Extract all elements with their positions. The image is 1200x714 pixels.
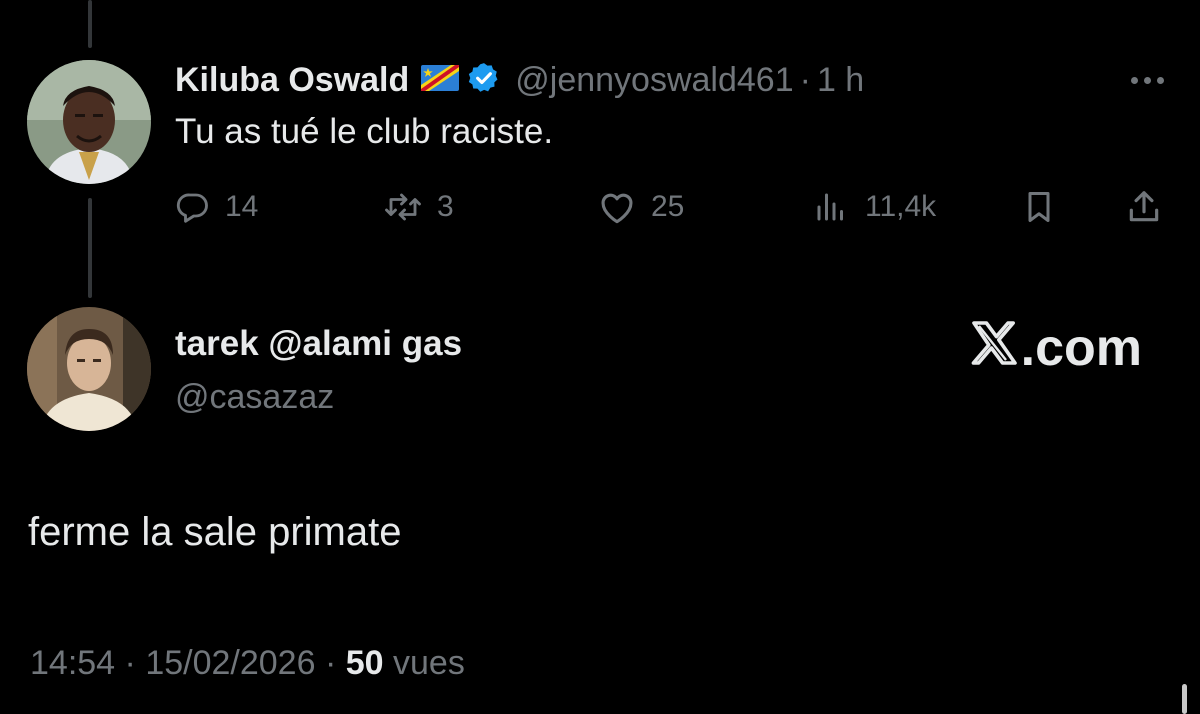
separator-dot: ·: [324, 644, 337, 682]
tweet-time[interactable]: 1 h: [817, 61, 864, 100]
repost-count: 3: [437, 190, 454, 223]
avatar[interactable]: [27, 60, 151, 184]
tweet-header: Kiluba Oswald @jennyoswald461 · 1 h: [175, 58, 1170, 102]
reply-date[interactable]: 15/02/2026: [145, 644, 315, 682]
tweet-text: Tu as tué le club raciste.: [175, 112, 554, 151]
reply-icon: [175, 189, 211, 225]
scrollbar[interactable]: [1182, 684, 1187, 714]
like-button[interactable]: 25: [597, 183, 684, 231]
bookmark-button[interactable]: [1021, 183, 1057, 231]
reply-count: 14: [225, 190, 259, 223]
more-icon[interactable]: [1125, 71, 1170, 90]
verified-badge-icon: [467, 61, 501, 100]
reply-text: ferme la sale primate: [28, 510, 402, 554]
reply-author-handle[interactable]: @casazaz: [175, 378, 334, 417]
reply-time[interactable]: 14:54: [30, 644, 115, 682]
thread-line-top: [88, 0, 92, 48]
x-logo-icon: [969, 318, 1019, 378]
drc-flag-icon: [421, 64, 460, 96]
separator-dot: ·: [124, 644, 136, 682]
reply-button[interactable]: 14: [175, 183, 258, 231]
share-button[interactable]: [1125, 183, 1163, 231]
reply-author-name[interactable]: tarek @alami gas: [175, 324, 462, 364]
avatar[interactable]: [27, 307, 151, 431]
author-name[interactable]: Kiluba Oswald: [175, 61, 409, 100]
bookmark-icon: [1021, 188, 1057, 226]
views-icon: [811, 189, 851, 225]
thread-line-connector: [88, 198, 92, 298]
repost-icon: [383, 189, 423, 225]
views-button[interactable]: 11,4k: [811, 183, 936, 231]
like-count: 25: [651, 190, 685, 223]
watermark-text: .com: [1020, 319, 1142, 377]
reply-meta: 14:54 · 15/02/2026 · 50 vues: [30, 644, 465, 683]
separator-dot: ·: [799, 60, 811, 99]
author-handle[interactable]: @jennyoswald461: [515, 61, 793, 100]
x-com-watermark: .com: [969, 318, 1142, 378]
reply-views-label: vues: [393, 644, 465, 682]
repost-button[interactable]: 3: [383, 183, 454, 231]
share-icon: [1125, 188, 1163, 226]
reply-views-count: 50: [345, 644, 384, 682]
views-count: 11,4k: [865, 190, 937, 223]
tweet-actions: 14 3 25 11,4k: [175, 183, 1170, 231]
heart-icon: [597, 189, 637, 225]
